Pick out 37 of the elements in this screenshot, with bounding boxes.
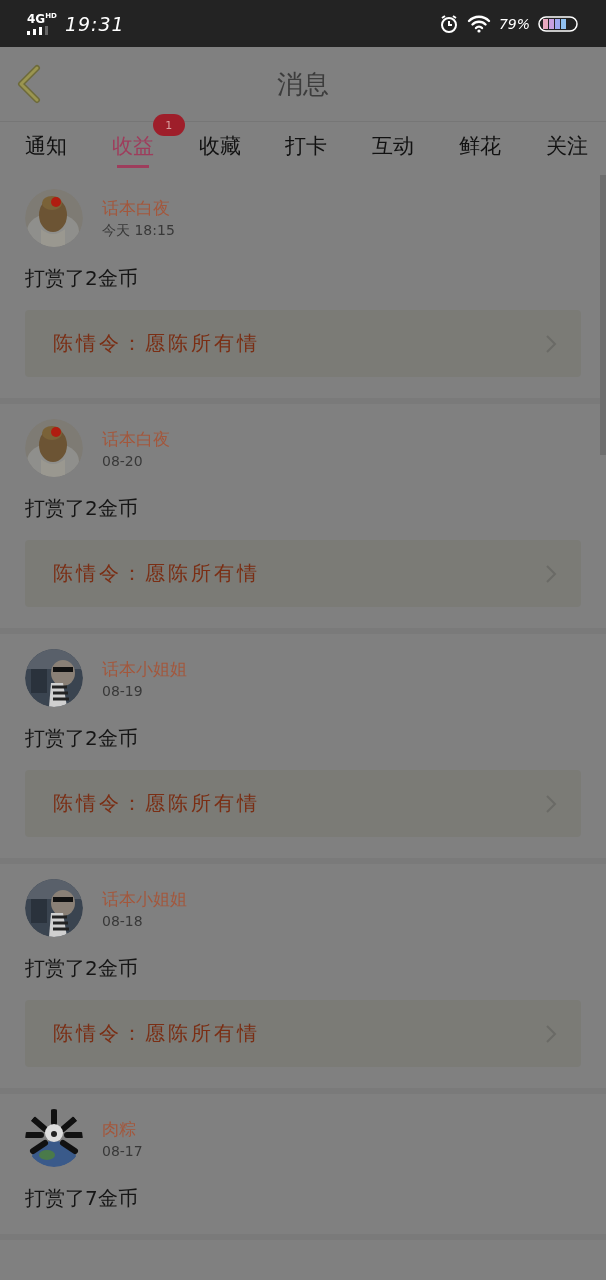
user-name[interactable]: 话本小姐姐: [102, 657, 187, 681]
tab[interactable]: 关注: [545, 132, 588, 160]
message-time: 08-18: [102, 912, 144, 929]
work-link[interactable]: 陈情令：愿陈所有情: [25, 310, 581, 377]
alarm-icon: [438, 13, 459, 34]
page-title: 消息: [277, 67, 329, 101]
battery-icon: [538, 15, 578, 32]
tab[interactable]: 鲜花: [459, 132, 502, 160]
work-link[interactable]: 陈情令：愿陈所有情: [25, 770, 581, 837]
tab[interactable]: 打卡: [285, 132, 328, 160]
message-text: 打赏了2金币: [25, 725, 139, 752]
tab[interactable]: 收益: [111, 132, 154, 160]
message-time: 08-17: [102, 1142, 143, 1159]
user-name[interactable]: 话本白夜: [102, 196, 175, 220]
network-label: 4G: [27, 12, 46, 25]
user-name[interactable]: 话本白夜: [102, 427, 170, 451]
tab[interactable]: 互动: [372, 132, 415, 160]
user-name[interactable]: 肉粽: [102, 1117, 143, 1141]
work-link[interactable]: 陈情令：愿陈所有情: [25, 540, 581, 607]
wifi-icon: [466, 14, 491, 33]
tab[interactable]: 收藏: [198, 132, 241, 160]
message-time: 08-20: [102, 452, 144, 469]
back-button[interactable]: [16, 64, 42, 104]
message-text: 打赏了7金币: [25, 1185, 139, 1212]
user-name[interactable]: 话本小姐姐: [102, 887, 187, 911]
count-badge: 1: [152, 114, 185, 136]
battery-percent: 79%: [498, 15, 530, 32]
tab-indicator: [116, 165, 149, 168]
signal-icon: [27, 25, 49, 35]
message-time: 今天 18:15: [102, 221, 175, 240]
message-text: 打赏了2金币: [25, 955, 139, 982]
work-link[interactable]: 陈情令：愿陈所有情: [25, 1000, 581, 1067]
message-text: 打赏了2金币: [25, 495, 139, 522]
tab[interactable]: 通知: [25, 132, 67, 160]
clock-time: 19:31: [64, 12, 125, 35]
message-text: 打赏了2金币: [25, 265, 139, 292]
message-time: 08-19: [102, 682, 144, 699]
